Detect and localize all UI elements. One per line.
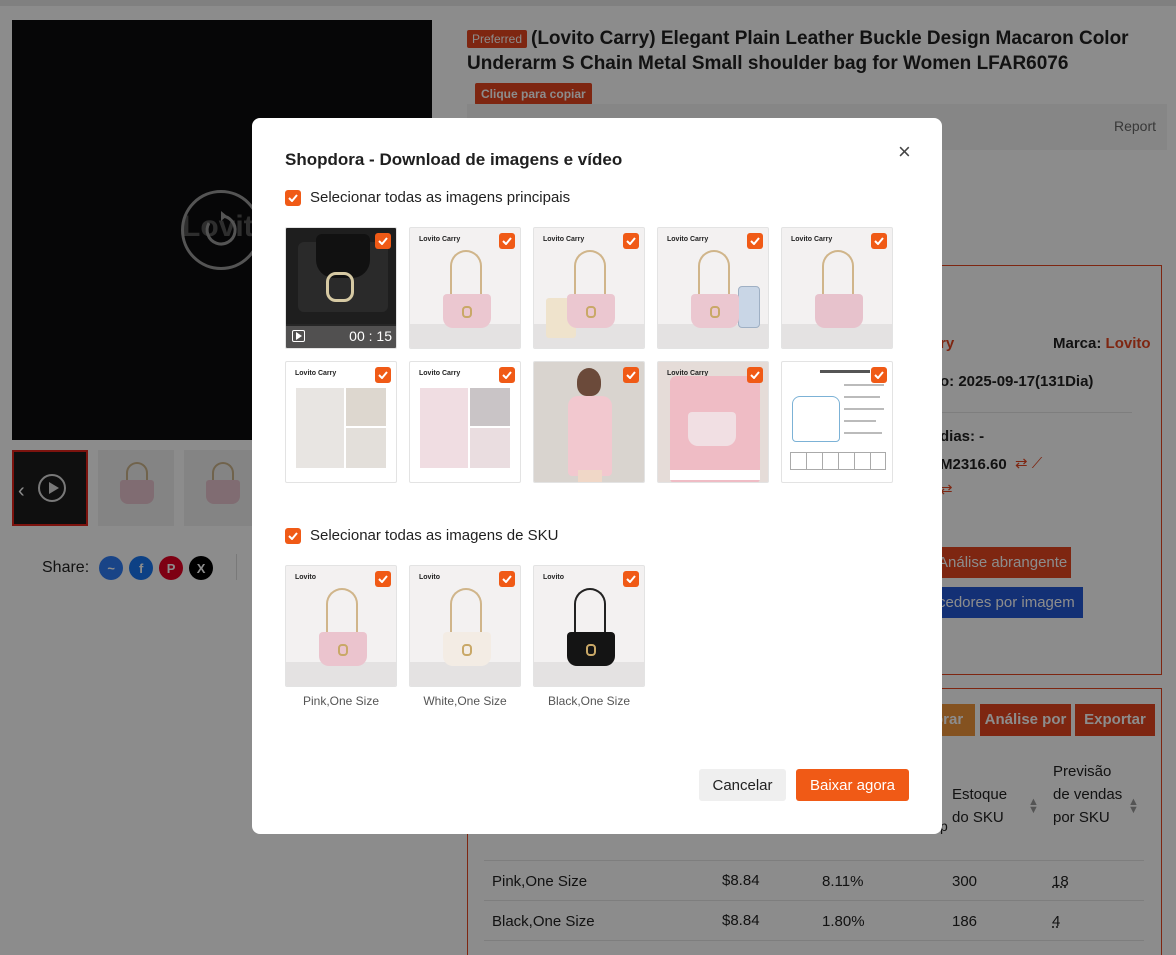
checkbox-checked-icon[interactable]: [375, 233, 391, 249]
doc-line: [844, 408, 884, 410]
doc-line: [844, 396, 880, 398]
bag-sketch: [792, 396, 840, 442]
select-sku-images[interactable]: Selecionar todas as imagens de SKU: [285, 527, 558, 544]
image-brand-text: Lovito: [543, 574, 564, 581]
bag-strap: [822, 250, 854, 298]
doc-line: [844, 432, 882, 434]
checkbox-checked-icon[interactable]: [285, 527, 301, 544]
checkbox-checked-icon[interactable]: [499, 233, 515, 249]
bag-strap: [450, 250, 482, 298]
doc-line: [844, 420, 876, 422]
model-legs: [578, 470, 602, 482]
bag-strap: [450, 588, 482, 636]
checkbox-checked-icon[interactable]: [375, 367, 391, 383]
bag-buckle: [462, 306, 472, 318]
select-main-label: Selecionar todas as imagens principais: [310, 189, 571, 206]
bag-strap: [574, 250, 606, 298]
dress-fringe: [670, 470, 760, 480]
bag-buckle: [338, 644, 348, 656]
main-image[interactable]: Lovito Carry: [409, 361, 521, 483]
select-sku-label: Selecionar todas as imagens de SKU: [310, 527, 559, 544]
main-image[interactable]: Lovito Carry: [409, 227, 521, 349]
bag-shape: [688, 412, 736, 446]
bag-buckle: [326, 272, 354, 302]
modal-title: Shopdora - Download de imagens e vídeo: [285, 150, 623, 169]
doc-table: [790, 452, 886, 470]
sku-image-black[interactable]: Lovito: [533, 565, 645, 687]
model-head: [577, 368, 601, 396]
main-image[interactable]: Lovito Carry: [533, 227, 645, 349]
bag-shape: [815, 294, 863, 328]
main-image[interactable]: Lovito Carry: [285, 361, 397, 483]
sku-image-pink[interactable]: Lovito: [285, 565, 397, 687]
checkbox-checked-icon[interactable]: [623, 367, 639, 383]
checkbox-checked-icon[interactable]: [375, 571, 391, 587]
sku-label: White,One Size: [423, 694, 507, 708]
checkbox-checked-icon[interactable]: [623, 233, 639, 249]
collage-panel: [470, 428, 510, 468]
main-image[interactable]: [533, 361, 645, 483]
phone-shape: [738, 286, 760, 328]
checkbox-checked-icon[interactable]: [747, 367, 763, 383]
main-image-video[interactable]: 00 : 15: [285, 227, 397, 349]
sku-image-white[interactable]: Lovito: [409, 565, 521, 687]
collage-panel: [346, 428, 386, 468]
cancel-button[interactable]: Cancelar: [699, 769, 786, 801]
video-duration: 00 : 15: [349, 328, 392, 344]
video-bar: 00 : 15: [286, 324, 396, 348]
checkbox-checked-icon[interactable]: [747, 233, 763, 249]
main-image[interactable]: Lovito Carry: [781, 227, 893, 349]
bag-strap: [574, 588, 606, 636]
sku-label: Pink,One Size: [302, 694, 380, 708]
video-icon: [292, 330, 305, 342]
doc-heading: [820, 370, 870, 373]
select-main-images[interactable]: Selecionar todas as imagens principais: [285, 189, 570, 206]
sku-label: Black,One Size: [547, 694, 631, 708]
image-brand-text: Lovito: [295, 574, 316, 581]
bag-buckle: [586, 644, 596, 656]
checkbox-checked-icon[interactable]: [499, 571, 515, 587]
main-image[interactable]: [781, 361, 893, 483]
bag-strap: [698, 250, 730, 298]
checkbox-checked-icon[interactable]: [285, 189, 301, 206]
checkbox-checked-icon[interactable]: [623, 571, 639, 587]
close-icon[interactable]: ×: [898, 141, 911, 163]
download-now-button[interactable]: Baixar agora: [796, 769, 909, 801]
collage-panel: [346, 388, 386, 426]
doc-line: [844, 384, 884, 386]
download-modal: Shopdora - Download de imagens e vídeo ×…: [252, 118, 942, 834]
checkbox-checked-icon[interactable]: [871, 367, 887, 383]
main-image[interactable]: Lovito Carry: [657, 227, 769, 349]
image-brand-text: Lovito Carry: [295, 370, 337, 377]
collage-panel: [470, 388, 510, 426]
image-brand-text: Lovito Carry: [543, 236, 585, 243]
collage-panel: [420, 388, 468, 468]
model-body: [568, 396, 612, 476]
checkbox-checked-icon[interactable]: [871, 233, 887, 249]
bag-strap: [326, 588, 358, 636]
checkbox-checked-icon[interactable]: [499, 367, 515, 383]
bag-buckle: [710, 306, 720, 318]
image-brand-text: Lovito Carry: [791, 236, 833, 243]
image-brand-text: Lovito Carry: [667, 236, 709, 243]
bag-buckle: [586, 306, 596, 318]
main-image[interactable]: Lovito Carry: [657, 361, 769, 483]
image-brand-text: Lovito: [419, 574, 440, 581]
bag-buckle: [462, 644, 472, 656]
image-brand-text: Lovito Carry: [419, 370, 461, 377]
image-brand-text: Lovito Carry: [419, 236, 461, 243]
collage-panel: [296, 388, 344, 468]
